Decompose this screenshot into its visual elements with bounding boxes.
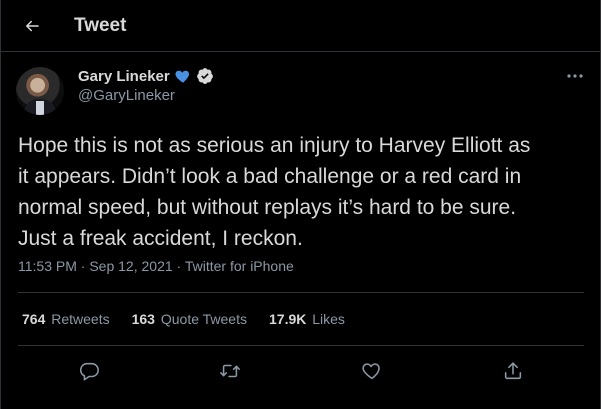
likes-stat[interactable]: 17.9K Likes [269, 311, 345, 327]
retweets-stat[interactable]: 764 Retweets [22, 311, 110, 327]
author-handle[interactable]: @GaryLineker [78, 87, 214, 104]
tweet-time[interactable]: 11:53 PM [18, 258, 77, 274]
tweet-line: it appears. Didn’t look a bad challenge … [18, 165, 522, 188]
retweet-icon [220, 364, 240, 378]
retweets-count: 764 [22, 311, 46, 327]
more-icon[interactable] [565, 69, 585, 83]
tweet-line: Just a freak accident, I reckon. [18, 227, 303, 250]
share-icon [504, 362, 522, 380]
tweet-line: Hope this is not as serious an injury to… [18, 134, 531, 157]
page-title: Tweet [74, 14, 127, 36]
likes-count: 17.9K [269, 311, 307, 327]
retweets-label: Retweets [51, 311, 110, 327]
quotes-stat[interactable]: 163 Quote Tweets [132, 311, 247, 327]
verified-icon [196, 68, 213, 84]
tweet-stats: 764 Retweets 163 Quote Tweets 17.9K Like… [22, 311, 345, 327]
tweet-date[interactable]: Sep 12, 2021 [89, 258, 172, 274]
meta-separator: · [76, 258, 90, 274]
tweet-text: Hope this is not as serious an injury to… [18, 130, 584, 254]
retweet-button[interactable] [217, 358, 243, 384]
meta-separator: · [172, 258, 185, 274]
tweet-meta: 11:53 PM · Sep 12, 2021 · Twitter for iP… [18, 258, 294, 274]
reply-icon [79, 362, 99, 381]
author-name[interactable]: Gary Lineker [78, 68, 170, 85]
left-border [0, 0, 1, 409]
back-arrow-icon[interactable] [22, 16, 42, 36]
tweet-actions [18, 352, 584, 390]
quotes-label: Quote Tweets [160, 311, 247, 327]
likes-label: Likes [312, 311, 345, 327]
tweet-source[interactable]: Twitter for iPhone [185, 258, 294, 274]
author-block: Gary Lineker @GaryLineker [78, 67, 214, 104]
top-bar: Tweet [0, 0, 601, 52]
tweet-header: Gary Lineker @GaryLineker [16, 65, 585, 115]
share-button[interactable] [500, 358, 526, 384]
heart-badge-icon [175, 70, 189, 83]
avatar[interactable] [16, 67, 64, 115]
divider [18, 345, 584, 346]
like-button[interactable] [359, 358, 385, 384]
divider [18, 292, 584, 293]
tweet-line: normal speed, but without replays it’s h… [18, 196, 517, 219]
quotes-count: 163 [131, 311, 155, 327]
reply-button[interactable] [76, 358, 102, 384]
like-icon [362, 363, 380, 380]
